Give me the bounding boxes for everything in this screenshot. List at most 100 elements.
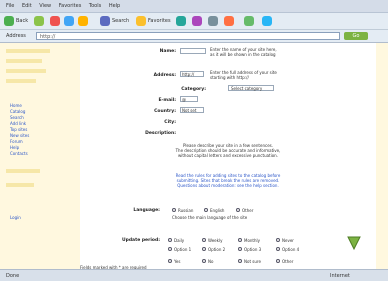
- sidebar-banner: [6, 59, 42, 63]
- status-text: Done: [6, 273, 20, 279]
- zone-indicator: Internet: [330, 273, 350, 279]
- period-radio[interactable]: [276, 238, 280, 242]
- extra-option[interactable]: No: [208, 259, 213, 264]
- sidebar-banner: [6, 183, 34, 187]
- period-radio[interactable]: [202, 247, 206, 251]
- menu-tools[interactable]: Tools: [89, 3, 101, 9]
- messenger-icon[interactable]: [244, 16, 254, 26]
- sidebar-link-login[interactable]: Login: [10, 215, 21, 220]
- url-hint: starting with http://: [210, 75, 249, 80]
- print-icon[interactable]: [208, 16, 218, 26]
- extra-radio[interactable]: [168, 259, 172, 263]
- period-option[interactable]: Weekly: [208, 238, 222, 243]
- language-radio[interactable]: [204, 208, 208, 212]
- period-radio[interactable]: [202, 238, 206, 242]
- address-bar: Address http:// Go: [0, 30, 388, 43]
- sidebar-banner: [6, 79, 36, 83]
- rules-link[interactable]: Questions about moderation: see the help…: [96, 183, 360, 188]
- home-icon[interactable]: [78, 16, 88, 26]
- submit-site-form: Name: Enter the name of your site here, …: [80, 43, 376, 270]
- name-label: Name:: [159, 49, 176, 54]
- email-label: E-mail:: [158, 98, 176, 103]
- url-input[interactable]: http://: [180, 71, 204, 77]
- history-icon[interactable]: [176, 16, 186, 26]
- sidebar-link[interactable]: Contacts: [10, 151, 28, 156]
- address-label: Address: [6, 33, 26, 39]
- page-area: Home Catalog Search Add link Top sites N…: [0, 43, 388, 270]
- category-label: Category:: [181, 87, 206, 92]
- search-icon[interactable]: [100, 16, 110, 26]
- back-arrow-icon[interactable]: [4, 16, 14, 26]
- period-radio[interactable]: [168, 247, 172, 251]
- mail-icon[interactable]: [192, 16, 202, 26]
- forward-arrow-icon[interactable]: [34, 16, 44, 26]
- sidebar-link[interactable]: Search: [10, 115, 24, 120]
- period-option[interactable]: Option 4: [282, 247, 299, 252]
- extra-option[interactable]: Not sure: [244, 259, 261, 264]
- edit-icon[interactable]: [224, 16, 234, 26]
- period-radio[interactable]: [238, 247, 242, 251]
- country-label: Country:: [154, 109, 176, 114]
- stop-icon[interactable]: [50, 16, 60, 26]
- sidebar-banner: [6, 49, 50, 53]
- period-label: Update period:: [121, 238, 160, 243]
- menu-help[interactable]: Help: [109, 3, 120, 9]
- extra-radio[interactable]: [202, 259, 206, 263]
- menu-bar: File Edit View Favorites Tools Help: [0, 0, 388, 13]
- address-input[interactable]: http://: [36, 32, 340, 40]
- extra-radio[interactable]: [276, 259, 280, 263]
- submit-arrow-icon[interactable]: [346, 235, 362, 251]
- go-button[interactable]: Go: [344, 32, 368, 40]
- extra-option[interactable]: Yes: [174, 259, 180, 264]
- extra-option[interactable]: Other: [282, 259, 293, 264]
- status-bar: Done Internet: [0, 269, 388, 281]
- menu-edit[interactable]: Edit: [22, 3, 32, 9]
- language-option[interactable]: English: [210, 208, 224, 213]
- media-icon[interactable]: [262, 16, 272, 26]
- sidebar-link[interactable]: New sites: [10, 133, 29, 138]
- sidebar: Home Catalog Search Add link Top sites N…: [4, 43, 64, 269]
- period-radio[interactable]: [238, 238, 242, 242]
- name-input[interactable]: [180, 48, 206, 54]
- back-label[interactable]: Back: [16, 18, 28, 24]
- period-option[interactable]: Option 1: [174, 247, 191, 252]
- language-radio[interactable]: [172, 208, 176, 212]
- sidebar-link[interactable]: Catalog: [10, 109, 25, 114]
- menu-view[interactable]: View: [39, 3, 51, 9]
- country-input[interactable]: Not set: [180, 107, 204, 113]
- favorites-label[interactable]: Favorites: [148, 18, 171, 24]
- menu-file[interactable]: File: [6, 3, 14, 9]
- language-option[interactable]: Russian: [178, 208, 193, 213]
- extra-radio[interactable]: [238, 259, 242, 263]
- favorites-icon[interactable]: [136, 16, 146, 26]
- sidebar-link[interactable]: Top sites: [10, 127, 27, 132]
- sidebar-link[interactable]: Forum: [10, 139, 23, 144]
- period-option[interactable]: Never: [282, 238, 294, 243]
- period-option[interactable]: Option 3: [244, 247, 261, 252]
- period-radio[interactable]: [276, 247, 280, 251]
- email-input[interactable]: @: [180, 96, 198, 102]
- sidebar-link[interactable]: Help: [10, 145, 19, 150]
- city-label: City:: [164, 120, 176, 125]
- sidebar-banner: [6, 69, 46, 73]
- period-radio[interactable]: [168, 238, 172, 242]
- language-radio[interactable]: [236, 208, 240, 212]
- category-select[interactable]: Select category: [228, 85, 274, 91]
- sidebar-link[interactable]: Home: [10, 103, 22, 108]
- info-text: without capital letters and excessive pu…: [177, 153, 278, 158]
- language-label: Language:: [133, 208, 160, 213]
- search-label[interactable]: Search: [112, 18, 129, 24]
- period-option[interactable]: Monthly: [244, 238, 260, 243]
- sidebar-banner: [6, 169, 40, 173]
- refresh-icon[interactable]: [64, 16, 74, 26]
- browser-window: File Edit View Favorites Tools Help Back…: [0, 0, 388, 281]
- url-label: Address:: [153, 73, 176, 78]
- period-option[interactable]: Option 2: [208, 247, 225, 252]
- menu-favorites[interactable]: Favorites: [59, 3, 82, 9]
- period-option[interactable]: Daily: [174, 238, 184, 243]
- description-label: Description:: [145, 131, 176, 136]
- language-option[interactable]: Other: [242, 208, 253, 213]
- toolbar: Back Search Favorites: [0, 13, 388, 30]
- name-hint: as it will be shown in the catalog: [210, 52, 276, 57]
- sidebar-link[interactable]: Add link: [10, 121, 26, 126]
